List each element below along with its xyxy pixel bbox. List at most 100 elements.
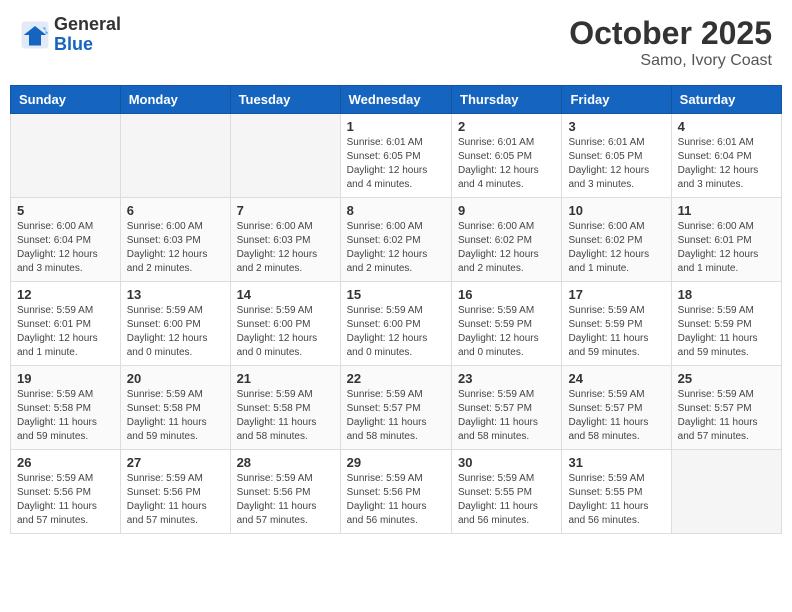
day-info: Sunrise: 6:01 AM Sunset: 6:05 PM Dayligh…: [347, 136, 445, 192]
day-info: Sunrise: 5:59 AM Sunset: 6:00 PM Dayligh…: [237, 304, 334, 360]
day-info: Sunrise: 6:01 AM Sunset: 6:05 PM Dayligh…: [568, 136, 664, 192]
calendar-week-1: 1 Sunrise: 6:01 AM Sunset: 6:05 PM Daylig…: [11, 114, 782, 198]
day-number: 2: [458, 119, 555, 134]
weekday-header-monday: Monday: [120, 86, 230, 114]
calendar-cell: 2Sunrise: 6:01 AM Sunset: 6:05 PM Daylig…: [452, 114, 562, 198]
day-number: 1: [347, 119, 445, 134]
day-info: Sunrise: 5:59 AM Sunset: 5:57 PM Dayligh…: [678, 388, 775, 444]
day-number: 28: [237, 455, 334, 470]
day-number: 20: [127, 371, 224, 386]
calendar-week-4: 19 Sunrise: 5:59 AM Sunset: 5:58 PM Dayli…: [11, 366, 782, 450]
title-block: October 2025 Samo, Ivory Coast: [569, 15, 772, 70]
day-info: Sunrise: 5:59 AM Sunset: 5:57 PM Dayligh…: [347, 388, 445, 444]
day-info: Sunrise: 5:59 AM Sunset: 6:00 PM Dayligh…: [127, 304, 224, 360]
day-number: 13: [127, 287, 224, 302]
logo: General Blue: [20, 15, 121, 55]
calendar-cell: 13 Sunrise: 5:59 AM Sunset: 6:00 PM Dayli…: [120, 282, 230, 366]
calendar-cell: 5 Sunrise: 6:00 AM Sunset: 6:04 PM Daylig…: [11, 198, 121, 282]
day-info: Sunrise: 5:59 AM Sunset: 5:57 PM Dayligh…: [458, 388, 555, 444]
day-number: 16: [458, 287, 555, 302]
calendar-cell: [120, 114, 230, 198]
calendar-cell: 25 Sunrise: 5:59 AM Sunset: 5:57 PM Dayli…: [671, 366, 781, 450]
calendar-cell: [230, 114, 340, 198]
day-number: 23: [458, 371, 555, 386]
calendar-cell: 7 Sunrise: 6:00 AM Sunset: 6:03 PM Daylig…: [230, 198, 340, 282]
day-info: Sunrise: 6:00 AM Sunset: 6:04 PM Dayligh…: [17, 220, 114, 276]
day-number: 12: [17, 287, 114, 302]
day-info: Sunrise: 5:59 AM Sunset: 5:58 PM Dayligh…: [127, 388, 224, 444]
calendar-cell: 19 Sunrise: 5:59 AM Sunset: 5:58 PM Dayli…: [11, 366, 121, 450]
calendar-cell: 18Sunrise: 5:59 AM Sunset: 5:59 PM Dayli…: [671, 282, 781, 366]
weekday-header-sunday: Sunday: [11, 86, 121, 114]
calendar-cell: 21 Sunrise: 5:59 AM Sunset: 5:58 PM Dayli…: [230, 366, 340, 450]
day-info: Sunrise: 5:59 AM Sunset: 6:01 PM Dayligh…: [17, 304, 114, 360]
day-info: Sunrise: 5:59 AM Sunset: 5:59 PM Dayligh…: [568, 304, 664, 360]
calendar-cell: 16 Sunrise: 5:59 AM Sunset: 5:59 PM Dayli…: [452, 282, 562, 366]
day-info: Sunrise: 5:59 AM Sunset: 5:59 PM Dayligh…: [678, 304, 775, 360]
weekday-header-tuesday: Tuesday: [230, 86, 340, 114]
logo-icon: [20, 20, 50, 50]
day-number: 30: [458, 455, 555, 470]
calendar-cell: 28 Sunrise: 5:59 AM Sunset: 5:56 PM Dayli…: [230, 450, 340, 534]
day-number: 14: [237, 287, 334, 302]
day-info: Sunrise: 5:59 AM Sunset: 5:58 PM Dayligh…: [237, 388, 334, 444]
day-info: Sunrise: 5:59 AM Sunset: 5:56 PM Dayligh…: [237, 472, 334, 528]
day-number: 22: [347, 371, 445, 386]
calendar-cell: 10 Sunrise: 6:00 AM Sunset: 6:02 PM Dayli…: [562, 198, 671, 282]
day-number: 26: [17, 455, 114, 470]
calendar-cell: 30Sunrise: 5:59 AM Sunset: 5:55 PM Dayli…: [452, 450, 562, 534]
calendar-week-3: 12 Sunrise: 5:59 AM Sunset: 6:01 PM Dayli…: [11, 282, 782, 366]
calendar-cell: 27Sunrise: 5:59 AM Sunset: 5:56 PM Dayli…: [120, 450, 230, 534]
day-info: Sunrise: 5:59 AM Sunset: 6:00 PM Dayligh…: [347, 304, 445, 360]
day-number: 24: [568, 371, 664, 386]
day-info: Sunrise: 6:00 AM Sunset: 6:02 PM Dayligh…: [458, 220, 555, 276]
logo-blue: Blue: [54, 35, 121, 55]
calendar-cell: 31 Sunrise: 5:59 AM Sunset: 5:55 PM Dayli…: [562, 450, 671, 534]
calendar-cell: [671, 450, 781, 534]
day-number: 6: [127, 203, 224, 218]
day-number: 3: [568, 119, 664, 134]
day-info: Sunrise: 5:59 AM Sunset: 5:59 PM Dayligh…: [458, 304, 555, 360]
calendar-cell: 17 Sunrise: 5:59 AM Sunset: 5:59 PM Dayli…: [562, 282, 671, 366]
month-title: October 2025: [569, 15, 772, 52]
day-number: 15: [347, 287, 445, 302]
weekday-header-wednesday: Wednesday: [340, 86, 451, 114]
weekday-header-row: SundayMondayTuesdayWednesdayThursdayFrid…: [11, 86, 782, 114]
calendar-cell: [11, 114, 121, 198]
day-number: 11: [678, 203, 775, 218]
day-number: 21: [237, 371, 334, 386]
day-number: 7: [237, 203, 334, 218]
day-info: Sunrise: 5:59 AM Sunset: 5:56 PM Dayligh…: [17, 472, 114, 528]
day-number: 10: [568, 203, 664, 218]
page-header: General Blue October 2025 Samo, Ivory Co…: [10, 10, 782, 75]
logo-general: General: [54, 15, 121, 35]
weekday-header-saturday: Saturday: [671, 86, 781, 114]
day-number: 31: [568, 455, 664, 470]
calendar-cell: 6Sunrise: 6:00 AM Sunset: 6:03 PM Daylig…: [120, 198, 230, 282]
logo-text: General Blue: [54, 15, 121, 55]
day-number: 8: [347, 203, 445, 218]
day-number: 25: [678, 371, 775, 386]
day-info: Sunrise: 6:00 AM Sunset: 6:02 PM Dayligh…: [568, 220, 664, 276]
day-number: 17: [568, 287, 664, 302]
calendar-cell: 15 Sunrise: 5:59 AM Sunset: 6:00 PM Dayli…: [340, 282, 451, 366]
day-number: 27: [127, 455, 224, 470]
day-number: 9: [458, 203, 555, 218]
calendar-cell: 11 Sunrise: 6:00 AM Sunset: 6:01 PM Dayli…: [671, 198, 781, 282]
weekday-header-thursday: Thursday: [452, 86, 562, 114]
day-info: Sunrise: 6:00 AM Sunset: 6:01 PM Dayligh…: [678, 220, 775, 276]
calendar-week-2: 5 Sunrise: 6:00 AM Sunset: 6:04 PM Daylig…: [11, 198, 782, 282]
calendar-cell: 9 Sunrise: 6:00 AM Sunset: 6:02 PM Daylig…: [452, 198, 562, 282]
calendar-cell: 8 Sunrise: 6:00 AM Sunset: 6:02 PM Daylig…: [340, 198, 451, 282]
day-info: Sunrise: 6:00 AM Sunset: 6:02 PM Dayligh…: [347, 220, 445, 276]
calendar-cell: 4Sunrise: 6:01 AM Sunset: 6:04 PM Daylig…: [671, 114, 781, 198]
day-number: 5: [17, 203, 114, 218]
day-info: Sunrise: 5:59 AM Sunset: 5:58 PM Dayligh…: [17, 388, 114, 444]
calendar-cell: 26 Sunrise: 5:59 AM Sunset: 5:56 PM Dayli…: [11, 450, 121, 534]
calendar-cell: 29Sunrise: 5:59 AM Sunset: 5:56 PM Dayli…: [340, 450, 451, 534]
day-info: Sunrise: 5:59 AM Sunset: 5:55 PM Dayligh…: [568, 472, 664, 528]
day-number: 19: [17, 371, 114, 386]
calendar-cell: 24Sunrise: 5:59 AM Sunset: 5:57 PM Dayli…: [562, 366, 671, 450]
day-info: Sunrise: 6:00 AM Sunset: 6:03 PM Dayligh…: [237, 220, 334, 276]
calendar-cell: 22 Sunrise: 5:59 AM Sunset: 5:57 PM Dayli…: [340, 366, 451, 450]
